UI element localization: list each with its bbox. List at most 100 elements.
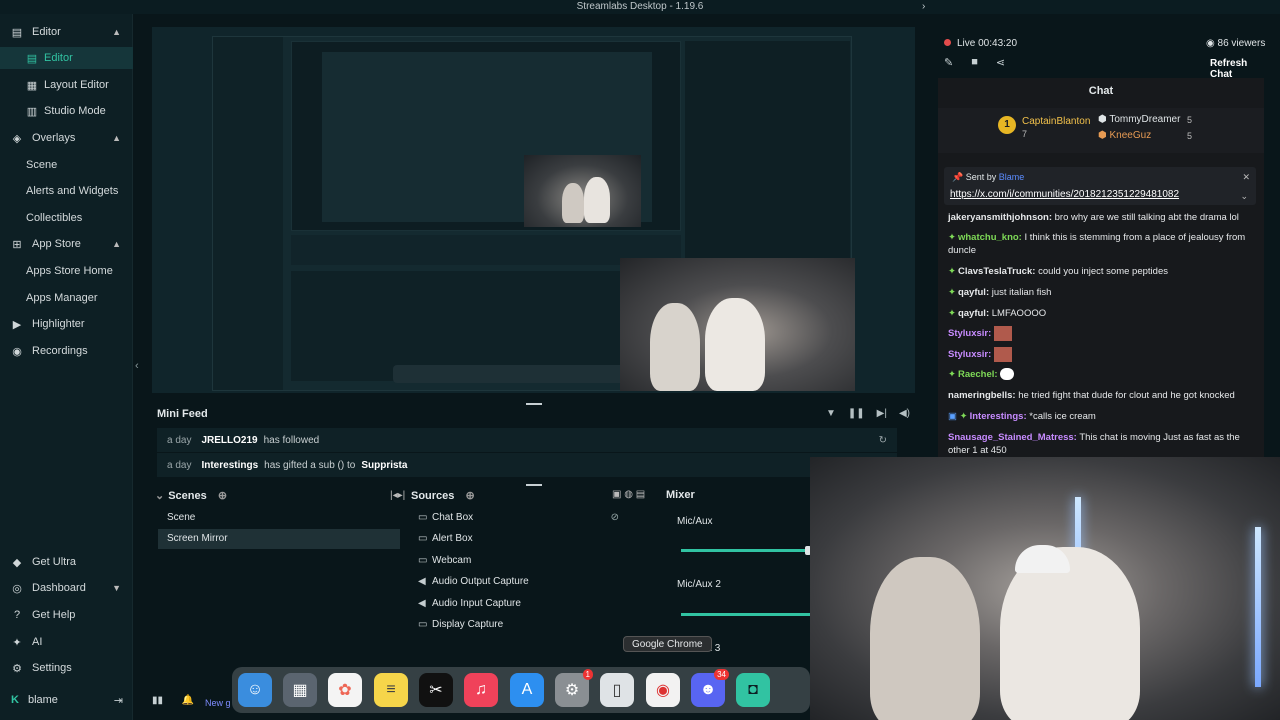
chat-message: Styluxsir: (948, 347, 1253, 362)
add-source-icon[interactable]: ⊕ (465, 490, 474, 502)
photos-icon[interactable]: ✿ (328, 673, 362, 707)
badge-icon: ✦ (948, 308, 956, 319)
volume-icon[interactable]: ◀) (899, 408, 910, 419)
event-user: JRELLO219 (201, 434, 258, 446)
add-scene-icon[interactable]: ⊕ (218, 490, 227, 502)
person-figure (650, 303, 700, 391)
emote-image (993, 326, 1012, 341)
sidebar-item-collectibles[interactable]: Collectibles (0, 207, 133, 229)
sidebar-item-apps-manager[interactable]: Apps Manager (0, 287, 133, 309)
notification-badge: 34 (714, 669, 729, 680)
scene-item-selected[interactable]: Screen Mirror (158, 529, 400, 549)
sidebar-item-scene[interactable]: Scene (0, 154, 133, 176)
user-name: blame (27, 694, 58, 706)
sidebar-item-recordings[interactable]: ◉ Recordings (0, 340, 133, 362)
sidebar-label: Studio Mode (44, 105, 106, 117)
mini-feed: Mini Feed ▼ ❚❚ ▶| ◀) a day JRELLO219 has… (152, 403, 915, 483)
source-item[interactable]: ◀ Audio Output Capture (411, 572, 655, 592)
source-item[interactable]: ◀ Audio Input Capture (411, 594, 655, 614)
refresh-chat-button[interactable]: Refresh Chat (1210, 58, 1268, 80)
chat-text: bro why are we still talking abt the dra… (1054, 212, 1239, 223)
sidebar-collapse-icon[interactable]: ‹ (135, 360, 139, 372)
sidebar-item-highlighter[interactable]: ▶ Highlighter (0, 313, 133, 335)
source-tools-icon[interactable]: ▣ ◍ ▤ (612, 489, 645, 500)
collapse-icon[interactable]: ⌄ (155, 490, 164, 502)
badge-icon: ✦ (948, 287, 956, 298)
sidebar-section-overlays[interactable]: ◈ Overlays ▲ (0, 127, 133, 149)
source-label: Audio Input Capture (432, 598, 521, 609)
leader-first-count: 7 (1022, 129, 1028, 139)
chat-leaderboard: 1 CaptainBlanton 7 ⬢ TommyDreamer 5 ⬢ Kn… (938, 108, 1264, 153)
sidebar-item-dashboard[interactable]: ◎ Dashboard ▼ (0, 577, 133, 599)
music-icon[interactable]: ♫ (464, 673, 498, 707)
share-icon[interactable]: ⋖ (996, 56, 1005, 69)
skip-icon[interactable]: ▶| (877, 408, 887, 419)
sidebar-label: Get Ultra (32, 556, 77, 568)
source-item[interactable]: ▭ Webcam (411, 551, 655, 571)
sources-title: Sources ⊕ (411, 489, 475, 502)
launchpad-icon[interactable]: ▦ (283, 673, 317, 707)
pinned-link[interactable]: https://x.com/i/communities/201821235122… (950, 189, 1179, 200)
capcut-icon[interactable]: ✂ (419, 673, 453, 707)
filter-icon[interactable]: ▼ (826, 408, 836, 419)
sidebar-section-editor[interactable]: ▤ Editor ▲ (0, 21, 133, 43)
chrome-icon[interactable]: ◉ (646, 673, 680, 707)
person-figure (562, 183, 584, 223)
highlighter-icon: ▶ (12, 318, 22, 331)
hidden-icon[interactable]: ⊘ (611, 508, 619, 528)
chat-box-icon: ▭ (418, 512, 428, 523)
new-goal-link[interactable]: New g (205, 698, 231, 708)
sidebar-item-apps-store-home[interactable]: Apps Store Home (0, 260, 133, 282)
chat-user: Styluxsir: (948, 349, 992, 361)
person-figure (870, 557, 980, 720)
streamlabs-icon[interactable]: ◘ (736, 673, 770, 707)
bell-icon[interactable]: 🔔 (182, 695, 194, 706)
volume-slider[interactable] (681, 613, 811, 616)
streamlabs-logo-icon: K (11, 694, 19, 706)
chevron-right-icon[interactable]: › (922, 0, 925, 14)
source-item[interactable]: ▭ Alert Box (411, 529, 655, 549)
ai-icon: ✦ (12, 636, 22, 649)
chart-icon[interactable]: ▮▮ (152, 695, 163, 706)
chevron-down-icon[interactable]: ⌄ (1240, 191, 1248, 202)
chat-user: Interestings: (969, 411, 1027, 422)
replay-icon[interactable]: ↻ (879, 435, 887, 446)
scene-item[interactable]: Scene (158, 508, 400, 528)
sidebar-item-settings[interactable]: ⚙ Settings (0, 657, 133, 679)
edit-icon[interactable]: ✎ (944, 56, 953, 69)
notes-icon[interactable]: ≡ (374, 673, 408, 707)
sidebar-item-ai[interactable]: ✦ AI (0, 631, 133, 653)
viewers-label: 86 viewers (1217, 38, 1266, 49)
nested-sidebar (213, 37, 283, 390)
footer-controls: ▮▮ 🔔 (152, 695, 194, 706)
dashboard-icon: ◎ (12, 582, 22, 595)
pause-icon[interactable]: ❚❚ (848, 408, 865, 419)
sidebar-item-get-ultra[interactable]: ◆ Get Ultra (0, 551, 133, 573)
app-store-icon[interactable]: A (510, 673, 544, 707)
chat-user: ClavsTeslaTruck: (957, 266, 1036, 277)
sidebar-item-get-help[interactable]: ? Get Help (0, 604, 133, 626)
volume-slider[interactable] (681, 546, 811, 555)
sidebar-user[interactable]: K blame ⇥ (0, 689, 133, 711)
system-settings-icon[interactable]: ⚙ 1 (555, 669, 593, 707)
eye-icon: ◉ (1206, 38, 1218, 49)
camera-icon[interactable]: ■ (971, 56, 978, 69)
source-item[interactable]: ▭ Chat Box ⊘ (411, 508, 655, 528)
sidebar-item-studio-mode[interactable]: ▥ Studio Mode (0, 100, 133, 122)
sidebar-item-editor[interactable]: ▤ Editor (0, 47, 133, 69)
sidebar-label: Editor (44, 52, 73, 64)
discord-icon[interactable]: ☻ 34 (691, 669, 729, 707)
sidebar-item-layout-editor[interactable]: ▦ Layout Editor (0, 74, 133, 96)
chat-message: nameringbells: he tried fight that dude … (948, 389, 1253, 402)
chat-text: he tried fight that dude for clout and h… (1018, 390, 1235, 401)
iphone-mirroring-icon[interactable]: ▯ (600, 673, 634, 707)
scene-transition-icon[interactable]: |◂▸| (390, 490, 405, 501)
source-item[interactable]: ▭ Display Capture (411, 615, 655, 635)
sidebar-item-alerts-widgets[interactable]: Alerts and Widgets (0, 180, 133, 202)
sidebar-label: Get Help (32, 609, 76, 621)
sidebar-label: Overlays (32, 132, 76, 144)
unpin-icon[interactable]: ✕ (1242, 172, 1250, 183)
finder-icon[interactable]: ☺ (238, 673, 272, 707)
logout-icon[interactable]: ⇥ (114, 694, 123, 707)
sidebar-section-app-store[interactable]: ⊞ App Store ▲ (0, 233, 133, 255)
